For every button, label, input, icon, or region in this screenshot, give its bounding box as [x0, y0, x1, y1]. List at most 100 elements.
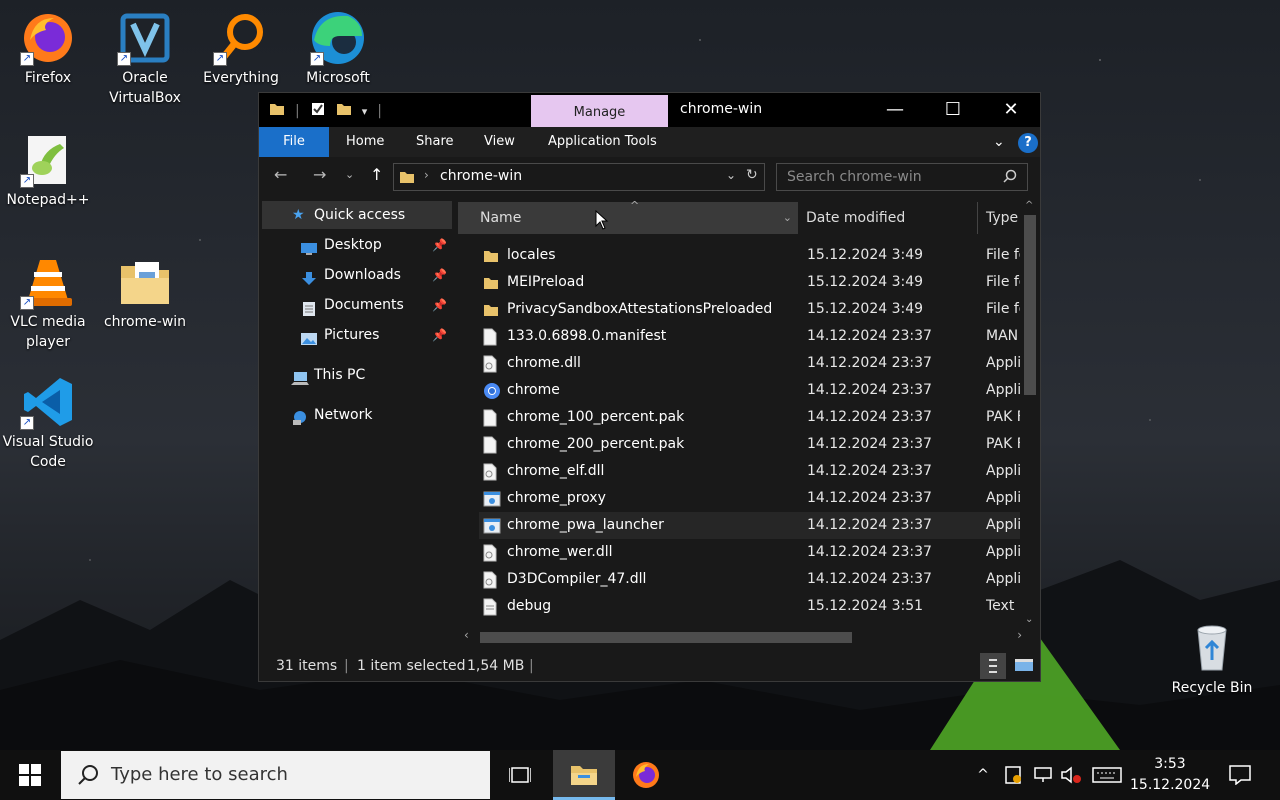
nav-item-desktop[interactable]: Desktop 📌: [259, 231, 455, 259]
file-row[interactable]: MEIPreload 15.12.2024 3:49 File fo: [479, 269, 1030, 296]
notifications-button[interactable]: [1222, 750, 1258, 800]
file-row[interactable]: chrome_pwa_launcher 14.12.2024 23:37 Appli: [479, 512, 1030, 539]
file-name: MEIPreload: [507, 274, 585, 290]
desktop-icon-label: Microsoft: [306, 70, 370, 86]
desktop-icon-firefox[interactable]: ↗ Firefox: [0, 10, 96, 88]
file-date-modified: 14.12.2024 23:37: [807, 382, 932, 398]
scroll-right-arrow-icon[interactable]: ›: [1017, 628, 1022, 642]
file-row[interactable]: PrivacySandboxAttestationsPreloaded 15.12…: [479, 296, 1030, 323]
vertical-scrollbar[interactable]: ^ ⌄: [1020, 199, 1040, 627]
horizontal-scroll-thumb[interactable]: [480, 632, 852, 643]
minimize-button[interactable]: —: [866, 93, 924, 127]
nav-item-documents[interactable]: Documents 📌: [259, 291, 455, 319]
help-button[interactable]: ?: [1018, 133, 1038, 153]
touch-keyboard-icon[interactable]: [1090, 750, 1124, 800]
recent-locations-icon[interactable]: ⌄: [345, 168, 354, 181]
column-header-date-modified[interactable]: Date modified: [800, 202, 978, 234]
file-row[interactable]: D3DCompiler_47.dll 14.12.2024 23:37 Appli: [479, 566, 1030, 593]
tab-view[interactable]: View: [484, 127, 515, 157]
task-view-button[interactable]: [495, 750, 545, 800]
desktop-icon-virtualbox[interactable]: ↗ Oracle VirtualBox: [97, 10, 193, 108]
tab-share[interactable]: Share: [416, 127, 454, 157]
file-row[interactable]: chrome_elf.dll 14.12.2024 23:37 Appli: [479, 458, 1030, 485]
details-view-icon[interactable]: [980, 653, 1006, 679]
up-arrow-icon[interactable]: ↑: [370, 165, 383, 184]
desktop-icon-label: Firefox: [24, 70, 72, 86]
start-button[interactable]: [0, 750, 60, 800]
manage-context-tab[interactable]: Manage: [531, 95, 668, 129]
file-row[interactable]: chrome_100_percent.pak 14.12.2024 23:37 PA…: [479, 404, 1030, 431]
vertical-scroll-thumb[interactable]: [1024, 215, 1036, 395]
taskbar-search-input[interactable]: Type here to search: [61, 751, 490, 799]
pin-icon[interactable]: 📌: [432, 261, 447, 289]
nav-item-network[interactable]: Network: [259, 401, 455, 429]
address-bar[interactable]: › chrome-win ⌄ ↻: [393, 163, 765, 191]
pin-icon[interactable]: 📌: [432, 231, 447, 259]
expand-ribbon-icon[interactable]: ⌄: [993, 127, 1005, 157]
forward-arrow-icon[interactable]: →: [313, 165, 326, 184]
desktop-icon-chrome-win[interactable]: chrome-win: [97, 254, 193, 332]
nav-item-label: Pictures: [324, 327, 380, 343]
breadcrumb-current[interactable]: chrome-win: [440, 168, 522, 184]
vlc-icon: ↗: [20, 254, 76, 310]
scroll-up-arrow-icon[interactable]: ^: [1025, 200, 1033, 211]
volume-muted-icon[interactable]: [1058, 750, 1084, 800]
maximize-button[interactable]: ☐: [924, 93, 982, 127]
new-folder-icon[interactable]: [336, 101, 352, 121]
folder-icon: [117, 254, 173, 310]
desktop-icon-vscode[interactable]: ↗ Visual Studio Code: [0, 374, 96, 472]
ribbon-tabs: File Home Share View Application Tools ⌄…: [259, 127, 1040, 157]
nav-item-pictures[interactable]: Pictures 📌: [259, 321, 455, 349]
nav-item-quick-access[interactable]: ★ Quick access: [262, 201, 452, 229]
scroll-down-arrow-icon[interactable]: ⌄: [1025, 614, 1033, 625]
close-button[interactable]: ✕: [982, 93, 1040, 127]
nav-item-downloads[interactable]: Downloads 📌: [259, 261, 455, 289]
nav-item-label: Network: [314, 407, 373, 423]
taskbar-file-explorer[interactable]: [553, 750, 615, 800]
desktop-icon-notepadpp[interactable]: ↗ Notepad++: [0, 132, 96, 210]
security-tray-icon[interactable]: [1000, 750, 1026, 800]
file-explorer-window: | ▾ | Manage chrome-win — ☐ ✕ File Home …: [258, 92, 1041, 682]
desktop-icon-edge[interactable]: ↗ Microsoft: [290, 10, 386, 88]
file-row[interactable]: chrome 14.12.2024 23:37 Appli: [479, 377, 1030, 404]
scroll-left-arrow-icon[interactable]: ‹: [464, 628, 469, 642]
horizontal-scrollbar[interactable]: ‹ ›: [458, 627, 1030, 649]
back-arrow-icon[interactable]: ←: [274, 165, 287, 184]
file-row[interactable]: 133.0.6898.0.manifest 14.12.2024 23:37 MAN: [479, 323, 1030, 350]
status-bar: 31 items | 1 item selected 1,54 MB |: [259, 651, 1040, 681]
separator: |: [295, 103, 300, 119]
taskbar-firefox[interactable]: [620, 750, 672, 800]
file-date-modified: 15.12.2024 3:49: [807, 247, 924, 263]
show-hidden-icons-chevron-icon[interactable]: ^: [970, 750, 996, 800]
tab-file[interactable]: File: [259, 127, 329, 157]
desktop-icon-everything[interactable]: ↗ Everything: [193, 10, 289, 88]
search-input[interactable]: Search chrome-win: [776, 163, 1028, 191]
navigation-bar: ← → ⌄ ↑ › chrome-win ⌄ ↻ Search chrome-w…: [259, 157, 1040, 193]
tab-application-tools[interactable]: Application Tools: [548, 127, 657, 157]
refresh-icon[interactable]: ↻: [746, 167, 758, 183]
nav-item-label: Desktop: [324, 237, 382, 253]
file-row[interactable]: chrome_wer.dll 14.12.2024 23:37 Appli: [479, 539, 1030, 566]
address-dropdown-icon[interactable]: ⌄: [726, 168, 736, 182]
file-row[interactable]: chrome_proxy 14.12.2024 23:37 Appli: [479, 485, 1030, 512]
pin-icon[interactable]: 📌: [432, 291, 447, 319]
tab-home[interactable]: Home: [346, 127, 384, 157]
network-tray-icon[interactable]: [1030, 750, 1056, 800]
mouse-cursor-icon: [595, 210, 609, 230]
dll-file-icon: [483, 571, 499, 589]
file-row[interactable]: chrome.dll 14.12.2024 23:37 Appli: [479, 350, 1030, 377]
pin-icon[interactable]: 📌: [432, 321, 447, 349]
file-row[interactable]: debug 15.12.2024 3:51 Text I: [479, 593, 1030, 620]
file-row[interactable]: locales 15.12.2024 3:49 File fo: [479, 242, 1030, 269]
properties-icon[interactable]: [310, 101, 326, 121]
customize-qat-icon[interactable]: ▾: [362, 105, 368, 118]
vscode-icon: ↗: [20, 374, 76, 430]
taskbar-clock[interactable]: 3:53 15.12.2024: [1130, 754, 1210, 796]
large-icons-view-icon[interactable]: [1011, 653, 1037, 679]
column-dropdown-icon[interactable]: ⌄: [783, 202, 792, 234]
nav-item-this-pc[interactable]: This PC: [259, 361, 455, 389]
desktop-icon-recycle-bin[interactable]: Recycle Bin: [1164, 620, 1260, 698]
file-row[interactable]: chrome_200_percent.pak 14.12.2024 23:37 PA…: [479, 431, 1030, 458]
desktop-icon-vlc[interactable]: ↗ VLC media player: [0, 254, 96, 352]
column-header-name[interactable]: Name ^ ⌄: [458, 199, 798, 234]
